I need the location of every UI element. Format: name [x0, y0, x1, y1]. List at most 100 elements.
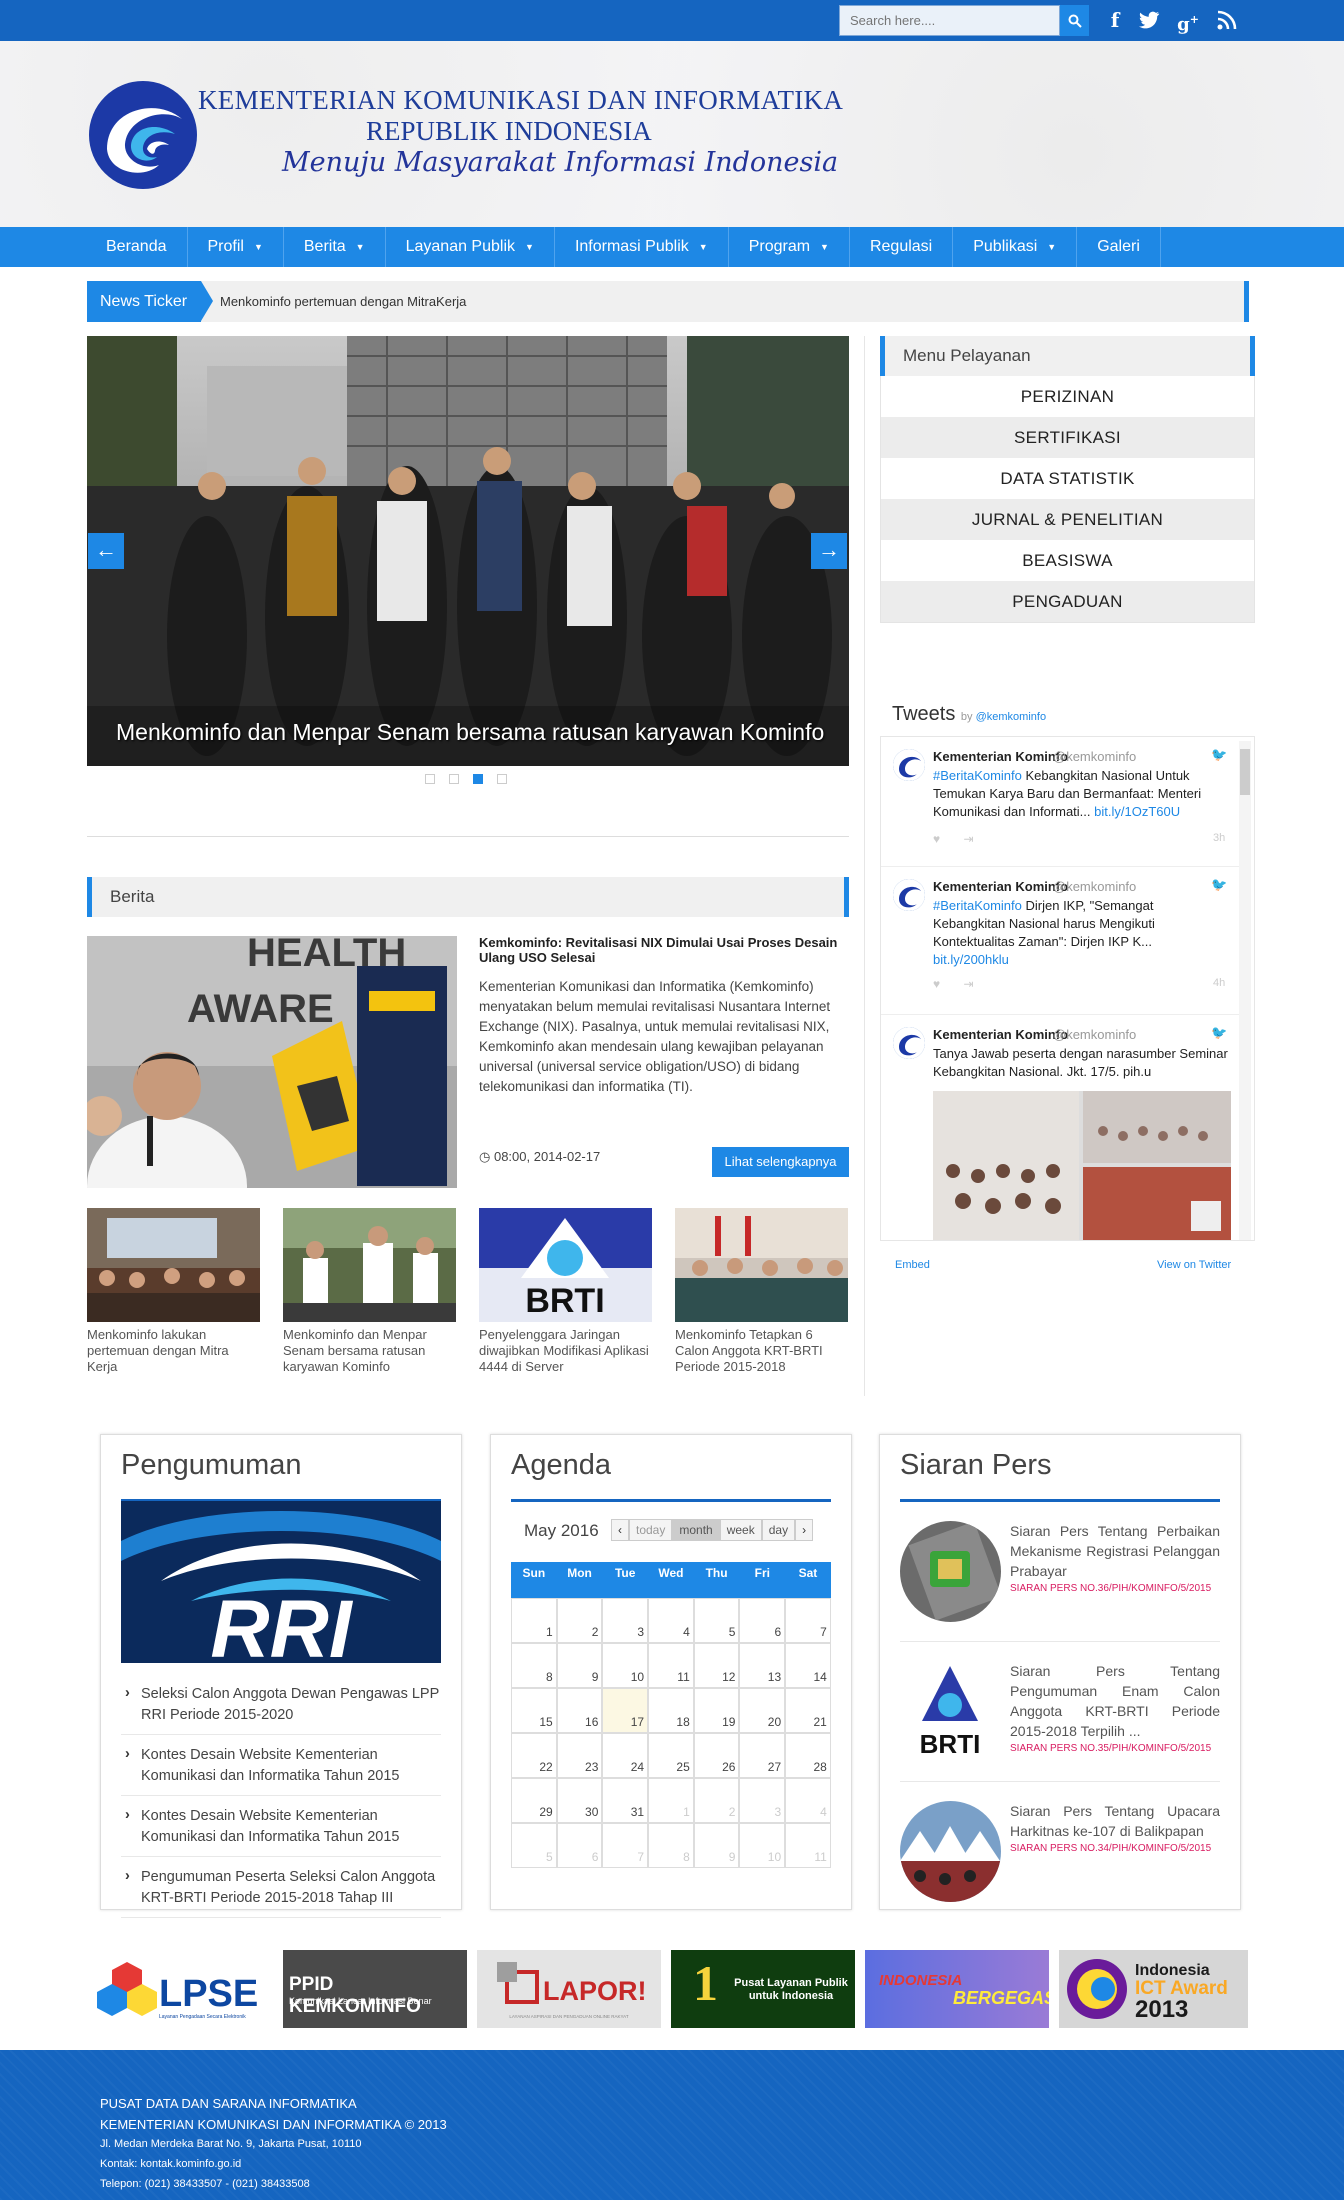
news-thumb[interactable]: Menkominfo Tetapkan 6 Calon Anggota KRT-… [675, 1208, 848, 1375]
calendar-day-cell[interactable]: 7 [602, 1823, 649, 1868]
tweet-author[interactable]: Kementerian Kominfo [933, 749, 1068, 764]
lpse-banner[interactable]: LPSE Layanan Pengadaan Secara Elektronik [87, 1950, 271, 2028]
calendar-day-button[interactable]: day [761, 1519, 796, 1541]
menu-pelayanan-item[interactable]: BEASISWA [881, 540, 1254, 581]
calendar-day-cell[interactable]: 6 [739, 1598, 786, 1643]
menu-pelayanan-item[interactable]: SERTIFIKASI [881, 417, 1254, 458]
avatar[interactable] [893, 1027, 925, 1059]
rri-logo-image[interactable]: RRI [121, 1501, 441, 1663]
image-slider[interactable]: Menkominfo dan Menpar Senam bersama ratu… [87, 336, 849, 766]
nav-item-profil[interactable]: Profil ▼ [188, 227, 284, 267]
main-news-title[interactable]: Kemkominfo: Revitalisasi NIX Dimulai Usa… [479, 935, 849, 965]
kominfo-logo[interactable] [87, 79, 199, 191]
search-input[interactable] [839, 5, 1060, 36]
nav-item-galeri[interactable]: Galeri [1077, 227, 1161, 267]
calendar-day-cell[interactable]: 12 [693, 1643, 740, 1688]
slide-caption[interactable]: Menkominfo dan Menpar Senam bersama ratu… [116, 719, 824, 746]
calendar-day-cell[interactable]: 4 [785, 1778, 831, 1823]
twitter-timeline[interactable]: Kementerian Kominfo @kemkominfo #BeritaK… [880, 736, 1255, 1241]
nav-item-layanan-publik[interactable]: Layanan Publik ▼ [386, 227, 555, 267]
news-thumb-caption[interactable]: Menkominfo Tetapkan 6 Calon Anggota KRT-… [675, 1327, 848, 1375]
tweet-handle[interactable]: @kemkominfo [1053, 879, 1136, 894]
tweet-photo[interactable] [933, 1091, 1231, 1241]
nav-item-publikasi[interactable]: Publikasi ▼ [953, 227, 1078, 267]
nav-item-program[interactable]: Program ▼ [729, 227, 850, 267]
calendar-day-cell[interactable]: 29 [511, 1778, 557, 1823]
tweet-link[interactable]: bit.ly/200hklu [933, 952, 1009, 967]
news-thumb-caption[interactable]: Menkominfo lakukan pertemuan dengan Mitr… [87, 1327, 260, 1375]
facebook-icon[interactable]: f [1102, 7, 1128, 33]
press-release-image[interactable] [900, 1521, 1001, 1622]
calendar-day-cell[interactable]: 24 [602, 1733, 649, 1778]
calendar-day-cell[interactable]: 30 [556, 1778, 603, 1823]
tweets-handle[interactable]: @kemkominfo [976, 711, 1046, 723]
calendar-next-button[interactable]: › [795, 1519, 814, 1541]
tweet-author[interactable]: Kementerian Kominfo [933, 1027, 1068, 1042]
press-release-image[interactable] [900, 1801, 1001, 1902]
tweet-hashtag[interactable]: #BeritaKominfo [933, 768, 1022, 783]
press-release-image[interactable]: BRTI [900, 1661, 1001, 1762]
calendar-week-button[interactable]: week [719, 1519, 762, 1541]
calendar-day-cell[interactable]: 8 [511, 1643, 557, 1688]
calendar-day-cell[interactable]: 9 [693, 1823, 740, 1868]
calendar-day-cell[interactable]: 9 [556, 1643, 603, 1688]
calendar-day-cell[interactable]: 1 [511, 1598, 557, 1643]
calendar-day-cell[interactable]: 10 [739, 1823, 786, 1868]
tweet-author[interactable]: Kementerian Kominfo [933, 879, 1068, 894]
calendar-prev-button[interactable]: ‹ [611, 1519, 629, 1541]
news-thumb[interactable]: BRTI Penyelenggara Jaringan diwajibkan M… [479, 1208, 652, 1375]
twitter-icon[interactable] [1136, 7, 1162, 33]
read-more-button[interactable]: Lihat selengkapnya [712, 1147, 849, 1177]
tweet-hashtag[interactable]: #BeritaKominfo [933, 898, 1022, 913]
calendar-day-cell[interactable]: 2 [556, 1598, 603, 1643]
share-icon[interactable]: ⇥ [963, 977, 973, 991]
calendar-day-cell[interactable]: 25 [648, 1733, 694, 1778]
slider-dot[interactable] [425, 774, 435, 784]
news-thumb[interactable]: Menkominfo lakukan pertemuan dengan Mitr… [87, 1208, 260, 1375]
nav-item-beranda[interactable]: Beranda [87, 227, 188, 267]
avatar[interactable] [893, 749, 925, 781]
calendar-day-cell[interactable]: 13 [739, 1643, 786, 1688]
pengumuman-item[interactable]: Kontes Desain Website Kementerian Komuni… [121, 1744, 441, 1796]
rss-icon[interactable] [1214, 7, 1240, 33]
tweet-item[interactable]: Kementerian Kominfo @kemkominfo #BeritaK… [881, 737, 1239, 867]
calendar-day-cell[interactable]: 10 [602, 1643, 649, 1688]
ict-award-banner[interactable]: Indonesia ICT Award 2013 [1059, 1950, 1248, 2028]
calendar-day-cell[interactable]: 22 [511, 1733, 557, 1778]
calendar-day-cell[interactable]: 3 [739, 1778, 786, 1823]
calendar-day-cell[interactable]: 5 [693, 1598, 740, 1643]
heart-icon[interactable]: ♥ [933, 832, 940, 846]
indonesia-bergegas-banner[interactable]: INDONESIA BERGEGAS [865, 1950, 1049, 2028]
tweet-item[interactable]: Kementerian Kominfo @kemkominfo #BeritaK… [881, 867, 1239, 1015]
calendar-day-cell[interactable]: 5 [511, 1823, 557, 1868]
pengumuman-item[interactable]: Kontes Desain Website Kementerian Komuni… [121, 1805, 441, 1857]
calendar-day-cell[interactable]: 20 [739, 1688, 786, 1733]
nav-item-informasi-publik[interactable]: Informasi Publik ▼ [555, 227, 729, 267]
heart-icon[interactable]: ♥ [933, 977, 940, 991]
press-release-text[interactable]: Siaran Pers Tentang Pengumuman Enam Calo… [1010, 1661, 1220, 1741]
news-thumb[interactable]: Menkominfo dan Menpar Senam bersama ratu… [283, 1208, 456, 1375]
tweets-embed-link[interactable]: Embed [895, 1259, 930, 1271]
menu-pelayanan-item[interactable]: JURNAL & PENELITIAN [881, 499, 1254, 540]
slider-dot[interactable] [473, 774, 483, 784]
calendar-day-cell[interactable]: 11 [785, 1823, 831, 1868]
menu-pelayanan-item[interactable]: PERIZINAN [881, 376, 1254, 417]
calendar-day-cell[interactable]: 23 [556, 1733, 603, 1778]
search-button[interactable] [1060, 5, 1089, 36]
menu-pelayanan-item[interactable]: DATA STATISTIK [881, 458, 1254, 499]
calendar-day-cell[interactable]: 26 [693, 1733, 740, 1778]
calendar-day-cell[interactable]: 6 [556, 1823, 603, 1868]
calendar-today-button[interactable]: today [629, 1519, 673, 1541]
calendar-day-cell[interactable]: 14 [785, 1643, 831, 1688]
main-news-image[interactable]: HEALTH AWARE [87, 936, 457, 1188]
calendar-day-cell[interactable]: 15 [511, 1688, 557, 1733]
ppid-banner[interactable]: PPID KEMKOMINFO Komunikasi Lancar Inform… [283, 1950, 467, 2028]
press-release-text[interactable]: Siaran Pers Tentang Perbaikan Mekanisme … [1010, 1521, 1220, 1581]
tweet-item[interactable]: Kementerian Kominfo @kemkominfo Tanya Ja… [881, 1015, 1239, 1241]
calendar-day-cell[interactable]: 4 [648, 1598, 694, 1643]
slider-next-button[interactable]: → [811, 533, 847, 569]
nav-item-berita[interactable]: Berita ▼ [284, 227, 386, 267]
pengumuman-item[interactable]: Pengumuman Peserta Seleksi Calon Anggota… [121, 1866, 441, 1918]
menu-pelayanan-item[interactable]: PENGADUAN [881, 581, 1254, 622]
calendar-day-cell[interactable]: 27 [739, 1733, 786, 1778]
